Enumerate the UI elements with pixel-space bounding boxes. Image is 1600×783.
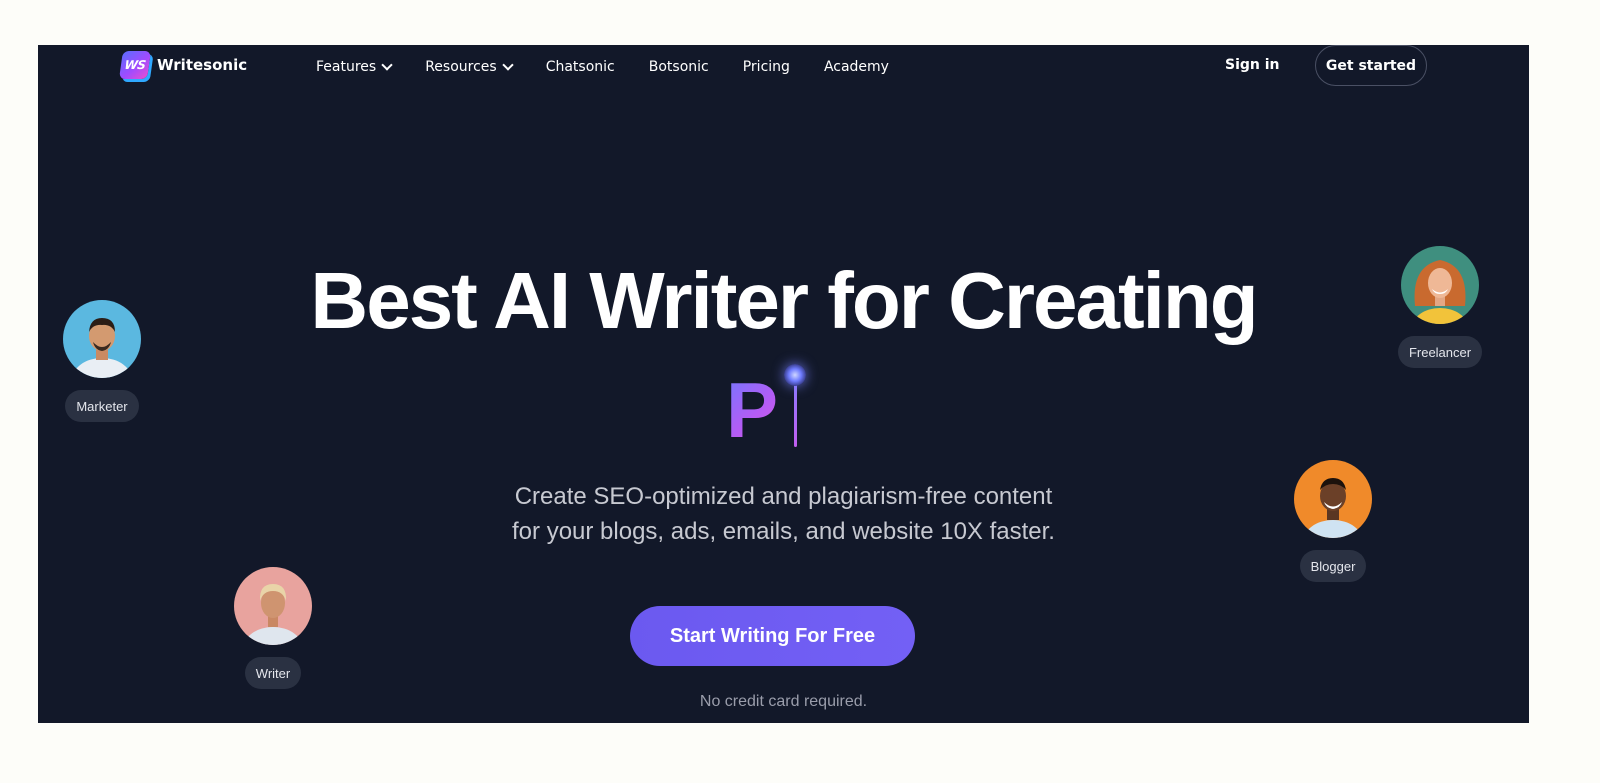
persona-tag: Writer <box>244 657 302 689</box>
hero-title: Best AI Writer for Creating <box>310 256 1258 345</box>
main-nav: Features Resources Chatsonic Botsonic Pr… <box>316 59 889 75</box>
typing-animation: P <box>726 364 807 457</box>
chevron-down-icon <box>502 59 514 71</box>
nav-item-label: Botsonic <box>648 59 709 75</box>
nav-item-features[interactable]: Features <box>316 59 393 75</box>
nav-item-pricing[interactable]: Pricing <box>743 59 790 75</box>
nav-item-label: Resources <box>425 59 497 75</box>
hero-section: WS Writesonic Features Resources Chatson… <box>38 45 1529 723</box>
persona-blogger: Blogger <box>1293 460 1373 582</box>
nav-item-resources[interactable]: Resources <box>425 59 514 75</box>
persona-freelancer: Freelancer <box>1397 246 1483 368</box>
nav-item-label: Features <box>316 59 377 75</box>
persona-tag: Marketer <box>65 390 139 422</box>
freelancer-avatar <box>1401 246 1479 324</box>
nav-item-label: Chatsonic <box>545 59 615 75</box>
nav-item-botsonic[interactable]: Botsonic <box>649 59 709 75</box>
chevron-down-icon <box>381 59 393 71</box>
persona-writer: Writer <box>233 567 313 689</box>
logo-mark-text: WS <box>123 58 147 72</box>
nav-item-academy[interactable]: Academy <box>824 59 889 75</box>
no-credit-card-note: No credit card required. <box>699 693 868 710</box>
start-writing-button[interactable]: Start Writing For Free <box>630 606 915 666</box>
typing-caret <box>784 364 807 447</box>
marketer-avatar <box>63 300 141 378</box>
logo-mark-icon: WS <box>119 51 151 79</box>
caret-orb-icon <box>784 364 807 386</box>
writer-avatar <box>234 567 312 645</box>
nav-item-label: Pricing <box>742 59 790 75</box>
persona-marketer: Marketer <box>62 300 142 422</box>
get-started-button[interactable]: Get started <box>1315 45 1427 86</box>
sign-in-link[interactable]: Sign in <box>1225 57 1280 73</box>
writesonic-logo[interactable]: WS Writesonic <box>119 51 248 79</box>
typing-text: P <box>726 366 779 454</box>
persona-tag: Freelancer <box>1397 336 1483 368</box>
persona-tag: Blogger <box>1299 550 1367 582</box>
nav-item-label: Academy <box>823 59 889 75</box>
nav-item-chatsonic[interactable]: Chatsonic <box>546 59 615 75</box>
blogger-avatar <box>1294 460 1372 538</box>
brand-name: Writesonic <box>157 56 248 74</box>
